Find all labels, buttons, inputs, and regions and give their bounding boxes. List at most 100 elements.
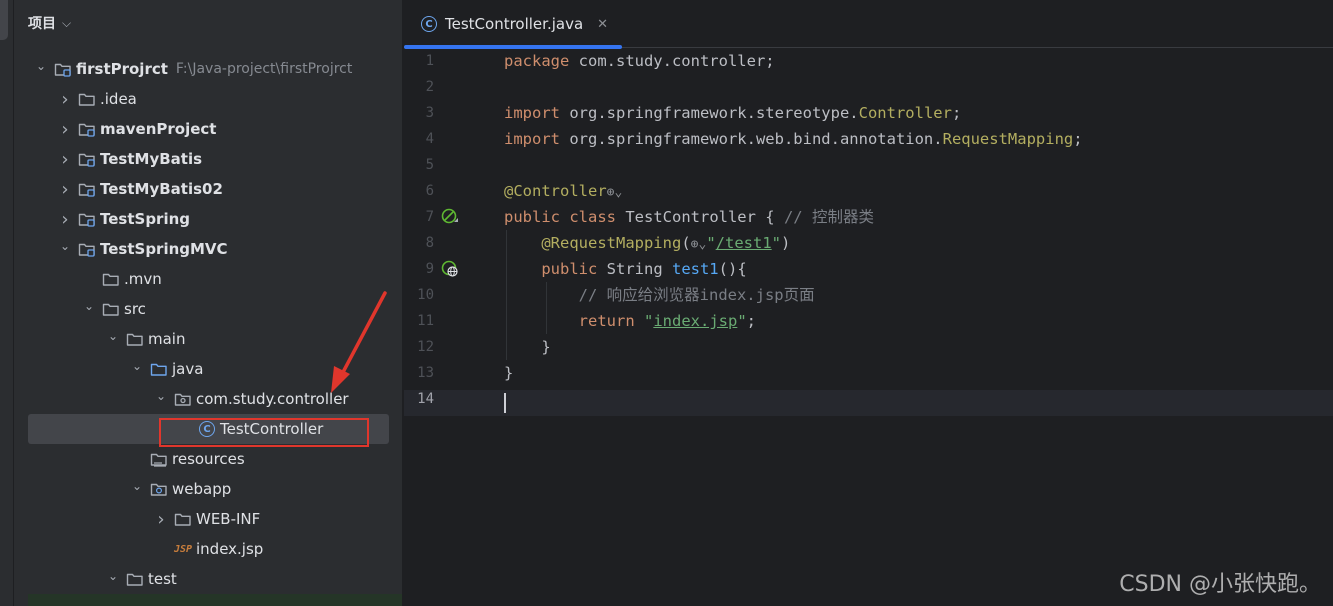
tree-item-label: TestMyBatis — [100, 150, 203, 168]
java-class-icon: C — [421, 16, 437, 32]
tree-item-java[interactable]: ⌄ java — [14, 354, 402, 384]
chevron-down-icon[interactable]: ⌄ — [82, 299, 96, 313]
folder-icon — [174, 511, 192, 527]
tree-item-src[interactable]: ⌄ src — [14, 294, 402, 324]
line-number: 13 — [417, 365, 434, 381]
chevron-right-icon[interactable]: › — [58, 179, 72, 200]
tree-item-mavenproject[interactable]: › mavenProject — [14, 114, 402, 144]
code-editor[interactable]: package com.study.controller; import org.… — [504, 48, 1333, 606]
chevron-down-icon[interactable]: ⌄ — [130, 479, 144, 493]
code-token: com.study.controller; — [578, 52, 775, 70]
module-folder-icon — [78, 241, 96, 257]
tree-item-testmybatis02[interactable]: › TestMyBatis02 — [14, 174, 402, 204]
tree-item-mvn[interactable]: ›.mvn — [14, 264, 402, 294]
tab-label: TestController.java — [445, 15, 584, 33]
tree-item-main[interactable]: ⌄ main — [14, 324, 402, 354]
code-line[interactable]: return "index.jsp"; — [504, 308, 756, 334]
tree-item-firstprojrct[interactable]: ⌄ firstProjrct F:\Java-project\firstProjrc… — [14, 54, 402, 84]
chevron-right-icon[interactable]: › — [58, 89, 72, 110]
folder-icon — [102, 271, 120, 287]
chevron-down-icon[interactable]: ⌄ — [130, 359, 144, 373]
close-icon[interactable]: ✕ — [597, 17, 608, 32]
web-folder-icon — [150, 481, 168, 497]
code-token: " — [643, 312, 654, 330]
chevron-right-icon[interactable]: › — [58, 209, 72, 230]
editor-area: C TestController.java ✕ 1 2 3 4 5 6 7 8 9 10 11 12 1… — [404, 0, 1333, 606]
request-mapping-icon[interactable] — [441, 260, 459, 278]
folder-icon — [126, 331, 144, 347]
source-folder-icon — [150, 361, 168, 377]
tree-item-path: F:\Java-project\firstProjrct — [175, 61, 353, 77]
tree-item-com-study-controller[interactable]: ⌄ com.study.controller — [14, 384, 402, 414]
code-line[interactable]: // 响应给浏览器index.jsp页面 — [504, 282, 815, 308]
tree-item-idea[interactable]: › .idea — [14, 84, 402, 114]
module-folder-icon — [78, 121, 96, 137]
tree-item-testmybatis[interactable]: › TestMyBatis — [14, 144, 402, 174]
tree-item-label: TestMyBatis02 — [100, 180, 223, 198]
tree-item-index-jsp[interactable]: ›JSPindex.jsp — [14, 534, 402, 564]
tree-item-testspringmvc[interactable]: ⌄ TestSpringMVC — [14, 234, 402, 264]
chevron-down-icon[interactable]: ⌵ — [62, 16, 71, 31]
code-line[interactable]: } — [504, 360, 513, 386]
tree-item-test[interactable]: ⌄ test — [14, 564, 402, 594]
code-token: test1 — [671, 260, 719, 278]
endpoint-globe-icon[interactable]: ⊕⌄ — [607, 185, 623, 200]
tree-item-webapp[interactable]: ⌄ webapp — [14, 474, 402, 504]
line-number: 6 — [425, 183, 434, 199]
code-line[interactable]: public class TestController { // 控制器类 — [504, 204, 874, 230]
chevron-right-icon[interactable]: › — [154, 509, 168, 530]
tree-item-label: index.jsp — [196, 540, 264, 558]
code-line[interactable]: @RequestMapping(⊕⌄"/test1") — [504, 230, 790, 256]
code-token: ) — [781, 234, 791, 252]
code-line[interactable]: } — [504, 334, 550, 360]
project-panel-title: 项目 — [28, 16, 56, 32]
tree-item-web-inf[interactable]: › WEB-INF — [14, 504, 402, 534]
code-line[interactable]: @Controller⊕⌄ — [504, 178, 622, 204]
jsp-file-icon: JSP — [173, 543, 193, 555]
chevron-right-icon[interactable]: › — [58, 119, 72, 140]
code-line[interactable]: import org.springframework.web.bind.anno… — [504, 126, 1083, 152]
tree-item-label: webapp — [172, 480, 232, 498]
code-line[interactable]: public String test1(){ — [504, 256, 746, 282]
code-line[interactable]: package com.study.controller; — [504, 48, 775, 74]
code-token: return — [578, 312, 644, 330]
folder-icon — [78, 91, 96, 107]
tool-window-strip — [0, 0, 14, 606]
code-token: @Controller — [504, 182, 607, 200]
tree-item-label: TestController — [220, 420, 324, 438]
chevron-down-icon[interactable]: ⌄ — [106, 569, 120, 583]
project-panel: 项目 ⌵ ⌄ firstProjrct F:\Java-project\firstP… — [14, 0, 403, 606]
code-token: // 控制器类 — [783, 208, 874, 226]
project-panel-header[interactable]: 项目 ⌵ — [28, 10, 71, 36]
code-token: import — [504, 104, 570, 122]
resources-folder-icon — [150, 451, 168, 467]
tree-item-resources[interactable]: ›resources — [14, 444, 402, 474]
spring-bean-icon[interactable] — [441, 208, 459, 226]
tab-testcontroller[interactable]: C TestController.java ✕ — [404, 0, 622, 49]
line-number: 1 — [425, 53, 434, 69]
module-folder-icon — [54, 61, 72, 77]
strip-handle[interactable] — [0, 0, 8, 40]
code-line[interactable]: import org.springframework.stereotype.Co… — [504, 100, 961, 126]
endpoint-globe-icon[interactable]: ⊕⌄ — [691, 237, 707, 252]
code-token: @RequestMapping — [541, 234, 682, 252]
line-number: 2 — [425, 79, 434, 95]
code-token[interactable]: index.jsp — [653, 312, 737, 330]
code-token[interactable]: /test1 — [716, 234, 772, 252]
tree-item-label: src — [124, 300, 146, 318]
chevron-down-icon[interactable]: ⌄ — [58, 239, 72, 253]
chevron-down-icon[interactable]: ⌄ — [34, 59, 48, 73]
tree-item-testcontroller[interactable]: ›CTestController — [28, 414, 389, 444]
folder-icon — [126, 571, 144, 587]
chevron-down-icon[interactable]: ⌄ — [106, 329, 120, 343]
tree-item-testspring[interactable]: › TestSpring — [14, 204, 402, 234]
tree-item-label: java — [172, 360, 204, 378]
line-gutter: 1 2 3 4 5 6 7 8 9 10 11 12 13 14 — [404, 48, 500, 606]
chevron-down-icon[interactable]: ⌄ — [154, 389, 168, 403]
tree-item-label: firstProjrct — [76, 60, 168, 78]
package-icon — [174, 391, 192, 407]
chevron-right-icon[interactable]: › — [58, 149, 72, 170]
